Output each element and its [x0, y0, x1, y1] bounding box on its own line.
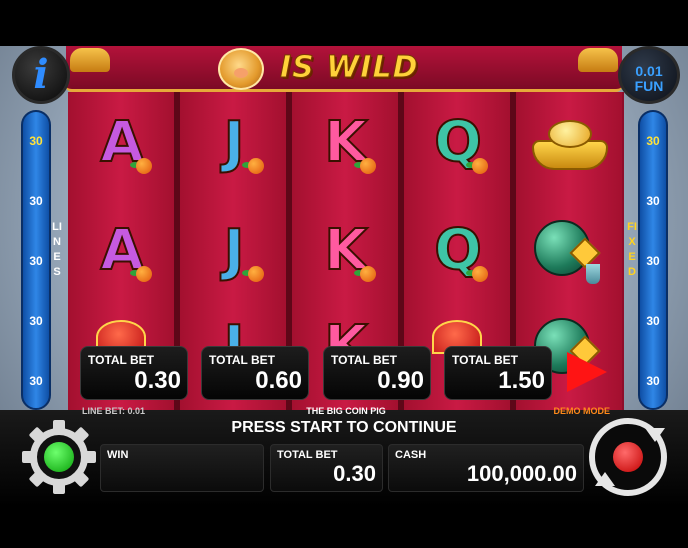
bottom-letterbox	[0, 505, 688, 548]
bet-option-label: TOTAL BET	[452, 353, 518, 367]
denomination-value: 0.01	[635, 63, 663, 79]
line-number: 30	[646, 314, 660, 328]
reel-symbol: J	[194, 102, 274, 182]
jade-lantern-icon	[526, 208, 606, 288]
pig-wild-icon	[218, 48, 264, 90]
orange-icon	[136, 158, 152, 174]
game-screen: IS WILD i 0.01 FUN A A J J K K Q Q 30 30…	[0, 0, 688, 548]
bet-option-button[interactable]: TOTAL BET 1.50	[444, 346, 552, 400]
lantern-tassel	[586, 264, 600, 284]
cash-label: CASH	[395, 449, 427, 461]
reel-symbol: Q	[418, 102, 498, 182]
press-start-prompt: PRESS START TO CONTINUE	[231, 419, 457, 436]
cash-field: CASH 100,000.00	[388, 444, 584, 492]
total-bet-label: TOTAL BET	[277, 449, 338, 461]
bet-option-label: TOTAL BET	[88, 353, 154, 367]
line-number: 30	[646, 374, 660, 388]
title-banner: IS WILD	[66, 46, 622, 92]
reel-symbol: K	[306, 102, 386, 182]
top-letterbox	[0, 0, 688, 46]
lines-label: LINES	[52, 221, 62, 278]
win-field: WIN	[100, 444, 264, 492]
win-label: WIN	[107, 449, 129, 461]
ingot-top	[548, 120, 592, 148]
orange-icon	[248, 158, 264, 174]
wild-title: IS WILD	[279, 50, 419, 86]
bet-option-label: TOTAL BET	[209, 353, 275, 367]
bet-option-value: 0.60	[255, 367, 302, 394]
reel-symbol: J	[194, 210, 274, 290]
reel-symbol: Q	[418, 210, 498, 290]
orange-icon	[136, 266, 152, 282]
info-bar: LINE BET: 0.01 THE BIG COIN PIG DEMO MOD…	[68, 404, 624, 418]
orange-icon	[248, 266, 264, 282]
line-number: 30	[29, 314, 43, 328]
bet-option-button[interactable]: TOTAL BET 0.90	[323, 346, 431, 400]
line-number: 30	[29, 194, 43, 208]
line-number: 30	[29, 134, 43, 148]
bet-option-value: 0.30	[134, 367, 181, 394]
status-light-icon	[44, 442, 74, 472]
banner-ornament-right	[578, 48, 618, 72]
lines-rail-right: 30 30 30 30 30	[638, 110, 668, 410]
reel-symbol: A	[82, 102, 162, 182]
gold-ingot-icon	[528, 114, 612, 174]
banner-ornament-left	[70, 48, 110, 72]
refresh-arrow-icon	[595, 472, 615, 486]
orange-icon	[472, 266, 488, 282]
line-number: 30	[646, 134, 660, 148]
info-button[interactable]: i	[12, 46, 70, 104]
demo-mode-badge: DEMO MODE	[553, 406, 610, 416]
fixed-label: FIXED	[627, 221, 637, 278]
settings-button[interactable]	[22, 420, 96, 494]
play-arrow-icon	[567, 352, 607, 392]
bet-option-label: TOTAL BET	[331, 353, 397, 367]
total-bet-value: 0.30	[333, 461, 376, 486]
cash-value: 100,000.00	[466, 461, 577, 486]
line-number: 30	[646, 254, 660, 268]
bet-option-button[interactable]: TOTAL BET 0.30	[80, 346, 188, 400]
lines-rail-left: 30 30 30 30 30	[21, 110, 51, 410]
orange-icon	[360, 266, 376, 282]
currency-label: FUN	[634, 78, 664, 94]
denomination-button[interactable]: 0.01 FUN	[618, 46, 680, 104]
refresh-arrow-icon	[645, 428, 665, 442]
bet-option-value: 1.50	[498, 367, 545, 394]
line-number: 30	[29, 374, 43, 388]
bet-option-value: 0.90	[377, 367, 424, 394]
bet-option-button[interactable]: TOTAL BET 0.60	[201, 346, 309, 400]
line-number: 30	[646, 194, 660, 208]
line-number: 30	[29, 254, 43, 268]
orange-icon	[472, 158, 488, 174]
orange-icon	[360, 158, 376, 174]
total-bet-field: TOTAL BET 0.30	[270, 444, 383, 492]
game-name: THE BIG COIN PIG	[306, 406, 386, 416]
reel-symbol: K	[306, 210, 386, 290]
reel-symbol: A	[82, 210, 162, 290]
spin-core-icon	[613, 442, 643, 472]
spin-button[interactable]	[589, 418, 667, 496]
